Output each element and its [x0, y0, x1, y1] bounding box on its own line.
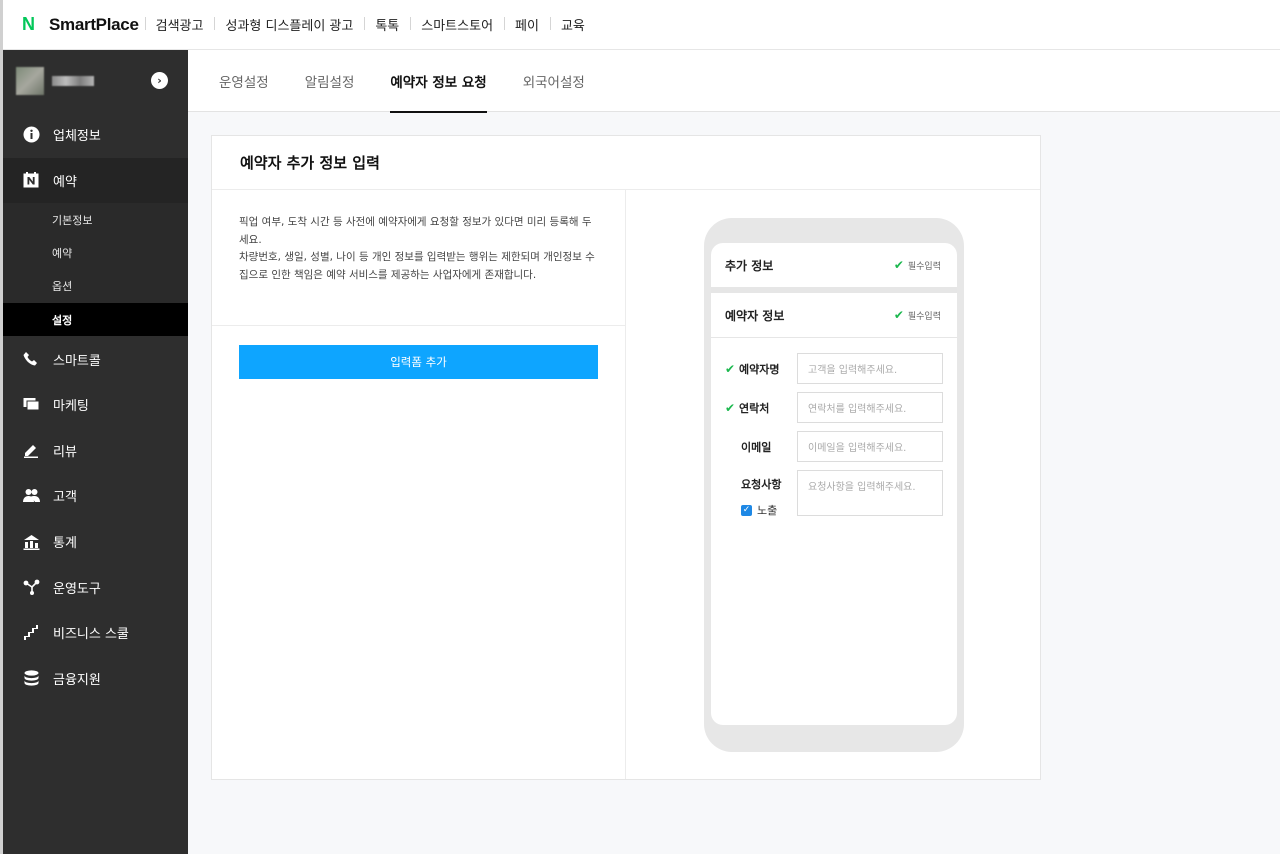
check-icon: ✔	[893, 258, 904, 272]
field-label-text: 예약자명	[739, 362, 780, 376]
pencil-icon	[22, 441, 40, 459]
field-label: ✔ 연락처	[725, 392, 797, 423]
phone-input[interactable]: 연락처를 입력해주세요.	[797, 392, 943, 423]
expose-toggle[interactable]: ✓ 노출	[725, 502, 797, 518]
naver-logo-icon: N	[22, 14, 35, 34]
field-label-text: 요청사항	[741, 478, 782, 491]
email-input[interactable]: 이메일을 입력해주세요.	[797, 431, 943, 462]
sidebar-item-business-info[interactable]: 업체정보	[0, 112, 188, 158]
preview-field-email: 이메일 이메일을 입력해주세요.	[711, 431, 957, 462]
phone-preview: 추가 정보 ✔ 필수입력 예약자 정보 ✔ 필수입력 ✔ 예약자명 고객을 입력…	[704, 218, 964, 752]
preview-form: ✔ 예약자명 고객을 입력해주세요. ✔ 연락처 연락처를 입력해주세요. 이메…	[711, 338, 957, 518]
top-bar: N SmartPlace 검색광고 성과형 디스플레이 광고 톡톡 스마트스토어…	[0, 0, 1280, 50]
panel-left: 픽업 여부, 도착 시간 등 사전에 예약자에게 요청할 정보가 있다면 미리 …	[212, 190, 626, 779]
sidebar-item-label: 예약	[53, 174, 77, 190]
expose-label: 노출	[757, 504, 778, 517]
sidebar-item-booking[interactable]: 예약	[0, 157, 188, 204]
add-form-button[interactable]: 입력폼 추가	[239, 345, 598, 379]
sidebar-item-review[interactable]: 리뷰	[0, 428, 188, 474]
field-label-text: 연락처	[739, 401, 770, 415]
sidebar: › 업체정보 예약 기본정보 예약 옵션 설정 스마트콜 마케팅 리뷰 고객 통…	[0, 50, 188, 854]
booking-submenu: 기본정보 예약 옵션 설정	[0, 203, 188, 337]
naver-booking-icon	[22, 171, 40, 189]
tab-booker-info-request[interactable]: 예약자 정보 요청	[390, 50, 488, 113]
brand-name: SmartPlace	[49, 14, 139, 34]
section-title: 예약자 정보	[725, 308, 785, 323]
submenu-settings[interactable]: 설정	[0, 303, 188, 337]
stats-icon	[22, 533, 40, 551]
sidebar-item-finance[interactable]: 금융지원	[0, 656, 188, 702]
stairs-icon	[22, 624, 40, 642]
topnav-search-ads[interactable]: 검색광고	[144, 15, 215, 34]
required-label: 필수입력	[907, 311, 941, 322]
sidebar-item-label: 스마트콜	[53, 353, 101, 369]
preview-section-additional: 추가 정보 ✔ 필수입력	[711, 243, 957, 288]
sidebar-item-label: 마케팅	[53, 399, 89, 415]
tab-foreign-language-settings[interactable]: 외국어설정	[523, 50, 585, 112]
submenu-options[interactable]: 옵션	[0, 270, 188, 303]
sidebar-item-label: 비즈니스 스쿨	[53, 627, 129, 643]
required-indicator: ✔ 필수입력	[894, 308, 941, 322]
avatar	[16, 67, 44, 95]
request-label-group: 요청사항 ✓ 노출	[725, 470, 797, 518]
tab-operation-settings[interactable]: 운영설정	[219, 50, 269, 112]
check-icon: ✔	[725, 361, 736, 376]
required-label: 필수입력	[907, 261, 941, 272]
field-label: ✔ 예약자명	[725, 353, 797, 384]
booker-info-panel: 예약자 추가 정보 입력 픽업 여부, 도착 시간 등 사전에 예약자에게 요청…	[211, 135, 1041, 780]
request-textarea[interactable]: 요청사항을 입력해주세요.	[797, 470, 943, 516]
top-nav: 검색광고 성과형 디스플레이 광고 톡톡 스마트스토어 페이 교육	[144, 15, 596, 34]
window-edge	[0, 0, 3, 854]
sidebar-item-label: 통계	[53, 536, 77, 552]
info-icon	[22, 126, 40, 144]
checkbox-checked-icon[interactable]: ✓	[741, 504, 752, 516]
check-icon: ✔	[725, 400, 736, 415]
brand[interactable]: N SmartPlace	[22, 14, 139, 35]
preview-field-phone: ✔ 연락처 연락처를 입력해주세요.	[711, 392, 957, 423]
account-name-blurred	[52, 76, 94, 86]
field-label: 이메일	[725, 431, 797, 462]
required-indicator: ✔ 필수입력	[894, 258, 941, 272]
sidebar-item-marketing[interactable]: 마케팅	[0, 382, 188, 428]
topnav-education[interactable]: 교육	[549, 15, 596, 34]
field-label-text: 이메일	[741, 440, 772, 454]
topnav-smartstore[interactable]: 스마트스토어	[410, 15, 504, 34]
sidebar-item-label: 업체정보	[53, 129, 101, 145]
phone-icon	[22, 350, 40, 368]
section-title: 추가 정보	[725, 258, 774, 273]
panel-description: 픽업 여부, 도착 시간 등 사전에 예약자에게 요청할 정보가 있다면 미리 …	[212, 190, 625, 326]
topnav-display-ads[interactable]: 성과형 디스플레이 광고	[214, 15, 364, 34]
preview-field-name: ✔ 예약자명 고객을 입력해주세요.	[711, 353, 957, 384]
tools-icon	[22, 578, 40, 596]
chevron-right-icon[interactable]: ›	[151, 72, 168, 89]
topnav-talktalk[interactable]: 톡톡	[364, 15, 410, 34]
tab-notification-settings[interactable]: 알림설정	[305, 50, 355, 112]
phone-screen: 추가 정보 ✔ 필수입력 예약자 정보 ✔ 필수입력 ✔ 예약자명 고객을 입력…	[711, 243, 957, 725]
sidebar-item-label: 금융지원	[53, 672, 101, 688]
sidebar-item-stats[interactable]: 통계	[0, 519, 188, 565]
description-line: 차량번호, 생일, 성별, 나이 등 개인 정보를 입력받는 행위는 제한되며 …	[239, 251, 595, 281]
submenu-booking[interactable]: 예약	[0, 236, 188, 269]
settings-tabs: 운영설정 알림설정 예약자 정보 요청 외국어설정	[188, 50, 1280, 113]
name-input[interactable]: 고객을 입력해주세요.	[797, 353, 943, 384]
sidebar-item-tools[interactable]: 운영도구	[0, 564, 188, 610]
sidebar-item-label: 운영도구	[53, 581, 101, 597]
field-label: 요청사항	[725, 470, 797, 498]
account-switcher[interactable]: ›	[0, 50, 188, 112]
preview-field-request: 요청사항 ✓ 노출 요청사항을 입력해주세요.	[711, 470, 957, 518]
sidebar-item-customers[interactable]: 고객	[0, 473, 188, 519]
coins-icon	[22, 669, 40, 687]
users-icon	[22, 487, 40, 505]
marketing-icon	[22, 396, 40, 414]
check-icon: ✔	[893, 308, 904, 322]
sidebar-item-business-school[interactable]: 비즈니스 스쿨	[0, 610, 188, 656]
sidebar-item-smartcall[interactable]: 스마트콜	[0, 336, 188, 382]
topnav-pay[interactable]: 페이	[504, 15, 550, 34]
preview-section-booker: 예약자 정보 ✔ 필수입력	[711, 293, 957, 338]
description-line: 픽업 여부, 도착 시간 등 사전에 예약자에게 요청할 정보가 있다면 미리 …	[239, 216, 592, 246]
panel-title: 예약자 추가 정보 입력	[212, 136, 1040, 190]
sidebar-item-label: 리뷰	[53, 444, 77, 460]
submenu-basic-info[interactable]: 기본정보	[0, 203, 188, 236]
sidebar-item-label: 고객	[53, 490, 77, 506]
